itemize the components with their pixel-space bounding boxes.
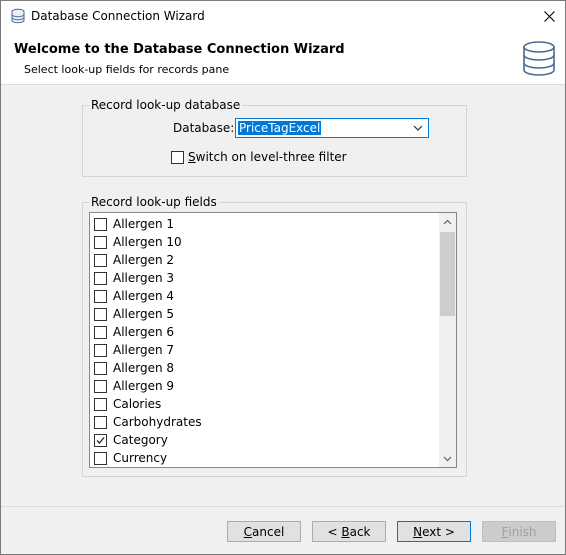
scroll-up-button[interactable]	[439, 213, 456, 230]
list-item[interactable]: Allergen 2	[94, 251, 174, 269]
database-label: Database:	[173, 121, 235, 135]
window-title: Database Connection Wizard	[31, 9, 205, 23]
list-item[interactable]: Allergen 7	[94, 341, 174, 359]
database-large-icon	[523, 41, 555, 76]
list-item[interactable]: Allergen 6	[94, 323, 174, 341]
field-checkbox[interactable]	[94, 397, 107, 411]
field-checkbox[interactable]	[94, 235, 107, 249]
list-item[interactable]: Allergen 10	[94, 233, 182, 251]
chevron-down-icon	[413, 125, 423, 131]
field-label: Allergen 9	[113, 379, 175, 393]
list-item[interactable]: Carbohydrates	[94, 413, 202, 431]
checkmark-icon	[96, 436, 105, 444]
list-item[interactable]: Allergen 3	[94, 269, 174, 287]
page-title: Welcome to the Database Connection Wizar…	[14, 42, 345, 57]
database-select-value: PriceTagExcel	[238, 121, 322, 135]
field-checkbox[interactable]	[94, 289, 107, 303]
field-checkbox[interactable]	[94, 379, 107, 393]
field-label: Allergen 10	[113, 235, 182, 249]
field-label: Allergen 4	[113, 289, 175, 303]
page-subtitle: Select look-up fields for records pane	[24, 63, 230, 76]
list-item[interactable]: Allergen 4	[94, 287, 174, 305]
scroll-thumb[interactable]	[440, 232, 455, 316]
footer-divider	[1, 506, 565, 507]
vertical-scrollbar[interactable]	[439, 213, 456, 467]
list-item[interactable]: Allergen 9	[94, 377, 174, 395]
scroll-down-button[interactable]	[439, 450, 456, 467]
level-three-filter-label: Switch on level-three filter	[188, 150, 347, 164]
field-checkbox[interactable]	[94, 451, 107, 465]
chevron-down-icon	[443, 456, 452, 461]
level-three-filter-box[interactable]	[171, 150, 184, 164]
field-label: Allergen 8	[113, 361, 175, 375]
field-checkbox[interactable]	[94, 415, 107, 429]
field-label: Category	[113, 433, 168, 447]
field-checkbox[interactable]	[94, 253, 107, 267]
list-item[interactable]: Allergen 5	[94, 305, 174, 323]
field-checkbox[interactable]	[94, 271, 107, 285]
list-item[interactable]: Allergen 8	[94, 359, 174, 377]
field-label: Allergen 1	[113, 217, 175, 231]
next-button[interactable]: Next >	[397, 521, 471, 542]
lookup-fields-list[interactable]: Allergen 1 Allergen 10 Allergen 2 Allergen …	[89, 212, 457, 468]
field-label: Allergen 3	[113, 271, 175, 285]
field-checkbox[interactable]	[94, 343, 107, 357]
field-label: Currency	[113, 451, 168, 465]
field-checkbox[interactable]	[94, 433, 107, 447]
field-checkbox[interactable]	[94, 307, 107, 321]
close-icon	[543, 10, 555, 22]
finish-button[interactable]: Finish	[482, 521, 556, 542]
field-checkbox[interactable]	[94, 325, 107, 339]
field-label: Allergen 2	[113, 253, 175, 267]
list-item[interactable]: Allergen 1	[94, 215, 174, 233]
back-button[interactable]: < Back	[312, 521, 386, 542]
close-button[interactable]	[532, 1, 565, 31]
wizard-header: Welcome to the Database Connection Wizar…	[1, 31, 565, 85]
field-label: Calories	[113, 397, 162, 411]
field-label: Carbohydrates	[113, 415, 202, 429]
level-three-filter-checkbox[interactable]: Switch on level-three filter	[171, 150, 347, 164]
chevron-up-icon	[443, 219, 452, 224]
database-select[interactable]: PriceTagExcel	[235, 118, 429, 138]
field-label: Allergen 7	[113, 343, 175, 357]
cancel-button[interactable]: Cancel	[227, 521, 301, 542]
list-item[interactable]: Category	[94, 431, 168, 449]
field-label: Allergen 6	[113, 325, 175, 339]
lookup-fields-legend: Record look-up fields	[91, 195, 217, 209]
database-icon	[11, 8, 25, 24]
list-item[interactable]: Calories	[94, 395, 161, 413]
title-bar: Database Connection Wizard	[1, 1, 565, 31]
field-checkbox[interactable]	[94, 361, 107, 375]
lookup-database-legend: Record look-up database	[91, 98, 241, 112]
field-checkbox[interactable]	[94, 217, 107, 231]
field-label: Allergen 5	[113, 307, 175, 321]
list-item[interactable]: Currency	[94, 449, 167, 467]
wizard-window: Database Connection Wizard Welcome to th…	[0, 0, 566, 555]
